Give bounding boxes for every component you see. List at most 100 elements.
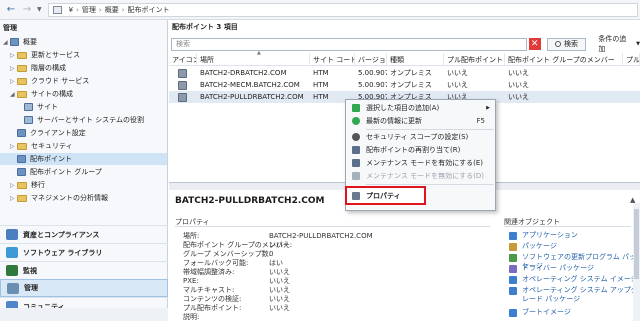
workspace-assets[interactable]: 資産とコンプライアンス bbox=[0, 225, 168, 243]
breadcrumb-distribution-points[interactable]: 配布ポイント bbox=[128, 5, 170, 15]
collapse-arrow-icon[interactable]: ◢ bbox=[3, 39, 10, 46]
menu-item-label: 選択した項目の追加(A) bbox=[366, 103, 440, 112]
cell-site-code: HTM bbox=[313, 81, 329, 89]
breadcrumb-separator-icon: › bbox=[76, 5, 79, 14]
server-icon bbox=[24, 116, 33, 124]
boot-image-icon bbox=[509, 309, 517, 317]
tree-item-sites[interactable]: サイト bbox=[24, 101, 58, 113]
tree-label: 移行 bbox=[31, 181, 45, 189]
workspace-monitoring[interactable]: 監視 bbox=[0, 261, 168, 279]
menu-item-reassign-dp[interactable]: 配布ポイントの再割り当て(R) bbox=[347, 144, 495, 155]
list-header: 配布ポイント 3 項目 bbox=[172, 23, 238, 31]
server-icon bbox=[178, 92, 187, 102]
related-link-boot-images[interactable]: ブートイメージ bbox=[509, 308, 639, 317]
nav-bottom-strip bbox=[0, 308, 168, 321]
tree-item-updates[interactable]: ▷ 更新とサービス bbox=[10, 49, 80, 61]
search-input[interactable]: 検索 bbox=[171, 37, 527, 51]
cell-version: 5.00.907... bbox=[358, 81, 387, 89]
tree-label: マネジメントの分析情報 bbox=[31, 194, 108, 202]
menu-item-label: 配布ポイントの再割り当て(R) bbox=[366, 145, 461, 154]
breadcrumb-admin[interactable]: 管理 bbox=[82, 5, 96, 15]
clear-search-icon[interactable]: ✕ bbox=[528, 38, 541, 50]
related-link-driver-packages[interactable]: ドライバー パッケージ bbox=[509, 264, 639, 273]
column-header-dp-group-member[interactable]: 配布ポイント グループのメンバー bbox=[505, 53, 623, 66]
expand-arrow-icon[interactable]: ▷ bbox=[10, 65, 17, 72]
forward-button[interactable]: → bbox=[19, 2, 35, 18]
tree-item-hierarchy[interactable]: ▷ 階層の構成 bbox=[10, 62, 66, 74]
history-dropdown-icon[interactable]: ▼ bbox=[37, 6, 42, 13]
menu-item-add-selected[interactable]: 選択した項目の追加(A) ▶ bbox=[347, 102, 495, 113]
breadcrumb-separator-icon: › bbox=[121, 5, 125, 14]
column-header-type[interactable]: 種類 bbox=[387, 53, 444, 66]
column-header-icon[interactable]: アイコン bbox=[169, 53, 197, 66]
property-row: 説明: bbox=[183, 312, 483, 321]
tree-item-dp-groups[interactable]: 配布ポイント グループ bbox=[17, 166, 102, 178]
column-header-site-code[interactable]: サイト コード bbox=[310, 53, 355, 66]
menu-item-refresh[interactable]: 最新の情報に更新 F5 bbox=[347, 115, 495, 126]
related-link-packages[interactable]: パッケージ bbox=[509, 242, 639, 251]
monitoring-icon bbox=[6, 265, 18, 276]
column-header-pull[interactable]: プル bbox=[623, 53, 640, 66]
column-header-location[interactable]: 場所 bbox=[197, 53, 310, 66]
column-header-version[interactable]: バージョン bbox=[355, 53, 387, 66]
menu-item-security-scopes[interactable]: セキュリティ スコープの設定(S) bbox=[347, 131, 495, 142]
site-icon bbox=[24, 103, 33, 111]
search-row: 検索 ✕ 検索 条件の追加 ▼ bbox=[169, 34, 640, 54]
tree-item-client-settings[interactable]: クライアント設定 bbox=[17, 127, 86, 139]
column-header-pull-dp[interactable]: プル配布ポイント bbox=[444, 53, 505, 66]
related-link-os-images[interactable]: オペレーティング システム イメージ bbox=[509, 275, 639, 284]
tree-item-insights[interactable]: ▷ マネジメントの分析情報 bbox=[10, 192, 108, 204]
expand-arrow-icon[interactable]: ▷ bbox=[10, 143, 17, 150]
tree-label: 概要 bbox=[23, 38, 37, 46]
back-button[interactable]: ← bbox=[3, 2, 19, 18]
search-button[interactable]: 検索 bbox=[546, 37, 587, 51]
expand-arrow-icon[interactable]: ▷ bbox=[10, 78, 17, 85]
cell-location: BATCH2-MECM.BATCH2.COM bbox=[200, 81, 300, 89]
tree-item-overview[interactable]: ◢ 概要 bbox=[3, 36, 37, 48]
collapse-arrow-icon[interactable]: ◢ bbox=[10, 91, 17, 98]
workspace-administration[interactable]: 管理 bbox=[0, 279, 168, 297]
table-row[interactable]: BATCH2-DRBATCH2.COM HTM 5.00.907... オンプレ… bbox=[169, 67, 640, 79]
tree-item-distribution-points[interactable]: 配布ポイント bbox=[0, 153, 167, 165]
distribution-point-icon bbox=[17, 155, 26, 163]
related-link-label: アプリケーション bbox=[522, 231, 578, 239]
submenu-arrow-icon: ▶ bbox=[486, 104, 490, 111]
tree-item-migration[interactable]: ▷ 移行 bbox=[10, 179, 45, 191]
add-criteria-button[interactable]: 条件の追加 ▼ bbox=[598, 34, 640, 54]
row-icon-cell bbox=[169, 91, 197, 103]
tree-item-security[interactable]: ▷ セキュリティ bbox=[10, 140, 73, 152]
menu-item-label: メンテナンス モードを有効にする(E) bbox=[366, 158, 484, 167]
breadcrumb-overview[interactable]: 概要 bbox=[105, 5, 119, 15]
scrollbar-thumb[interactable] bbox=[634, 209, 639, 279]
related-link-os-upgrade-packages[interactable]: オペレーティング システム アップグレード パッケージ bbox=[509, 286, 639, 304]
folder-icon bbox=[17, 64, 27, 72]
menu-separator bbox=[366, 184, 494, 185]
menu-item-properties[interactable]: プロパティ bbox=[345, 186, 426, 205]
details-scrollbar[interactable] bbox=[633, 203, 640, 321]
menu-item-enable-maintenance[interactable]: メンテナンス モードを有効にする(E) bbox=[347, 157, 495, 168]
add-criteria-label: 条件の追加 bbox=[598, 35, 627, 53]
tree-label: セキュリティ bbox=[31, 142, 73, 150]
menu-item-label: プロパティ bbox=[366, 191, 401, 200]
breadcrumb-root[interactable]: ¥ bbox=[69, 6, 73, 14]
property-row: 帯域幅調整済み: いいえ bbox=[183, 267, 483, 276]
tree-label: クライアント設定 bbox=[30, 129, 86, 137]
tree-item-site-roles[interactable]: サーバーとサイト システムの役割 bbox=[24, 114, 144, 126]
expand-arrow-icon[interactable]: ▷ bbox=[10, 195, 17, 202]
breadcrumb[interactable]: ¥ › 管理 › 概要 › 配布ポイント bbox=[47, 2, 638, 17]
driver-package-icon bbox=[509, 265, 517, 273]
search-icon bbox=[555, 41, 562, 47]
expand-arrow-icon[interactable]: ▷ bbox=[10, 52, 17, 59]
property-key: 説明: bbox=[183, 312, 200, 321]
expand-arrow-icon[interactable]: ▷ bbox=[10, 182, 17, 189]
add-icon bbox=[352, 103, 360, 112]
console-root-icon bbox=[52, 5, 62, 14]
workspace-software-library[interactable]: ソフトウェア ライブラリ bbox=[0, 243, 168, 261]
tree-item-site-config[interactable]: ◢ サイトの構成 bbox=[10, 88, 73, 100]
tree-item-cloud[interactable]: ▷ クラウド サービス bbox=[10, 75, 89, 87]
table-row[interactable]: BATCH2-MECM.BATCH2.COM HTM 5.00.907... オ… bbox=[169, 79, 640, 91]
related-link-applications[interactable]: アプリケーション bbox=[509, 231, 639, 240]
workspace-label: 監視 bbox=[23, 266, 37, 275]
nav-tree: ◢ 概要 ▷ 更新とサービス ▷ 階層の構成 ▷ クラウド サービス ◢ サイト… bbox=[0, 36, 168, 236]
cell-pull-dp: いいえ bbox=[447, 81, 468, 89]
